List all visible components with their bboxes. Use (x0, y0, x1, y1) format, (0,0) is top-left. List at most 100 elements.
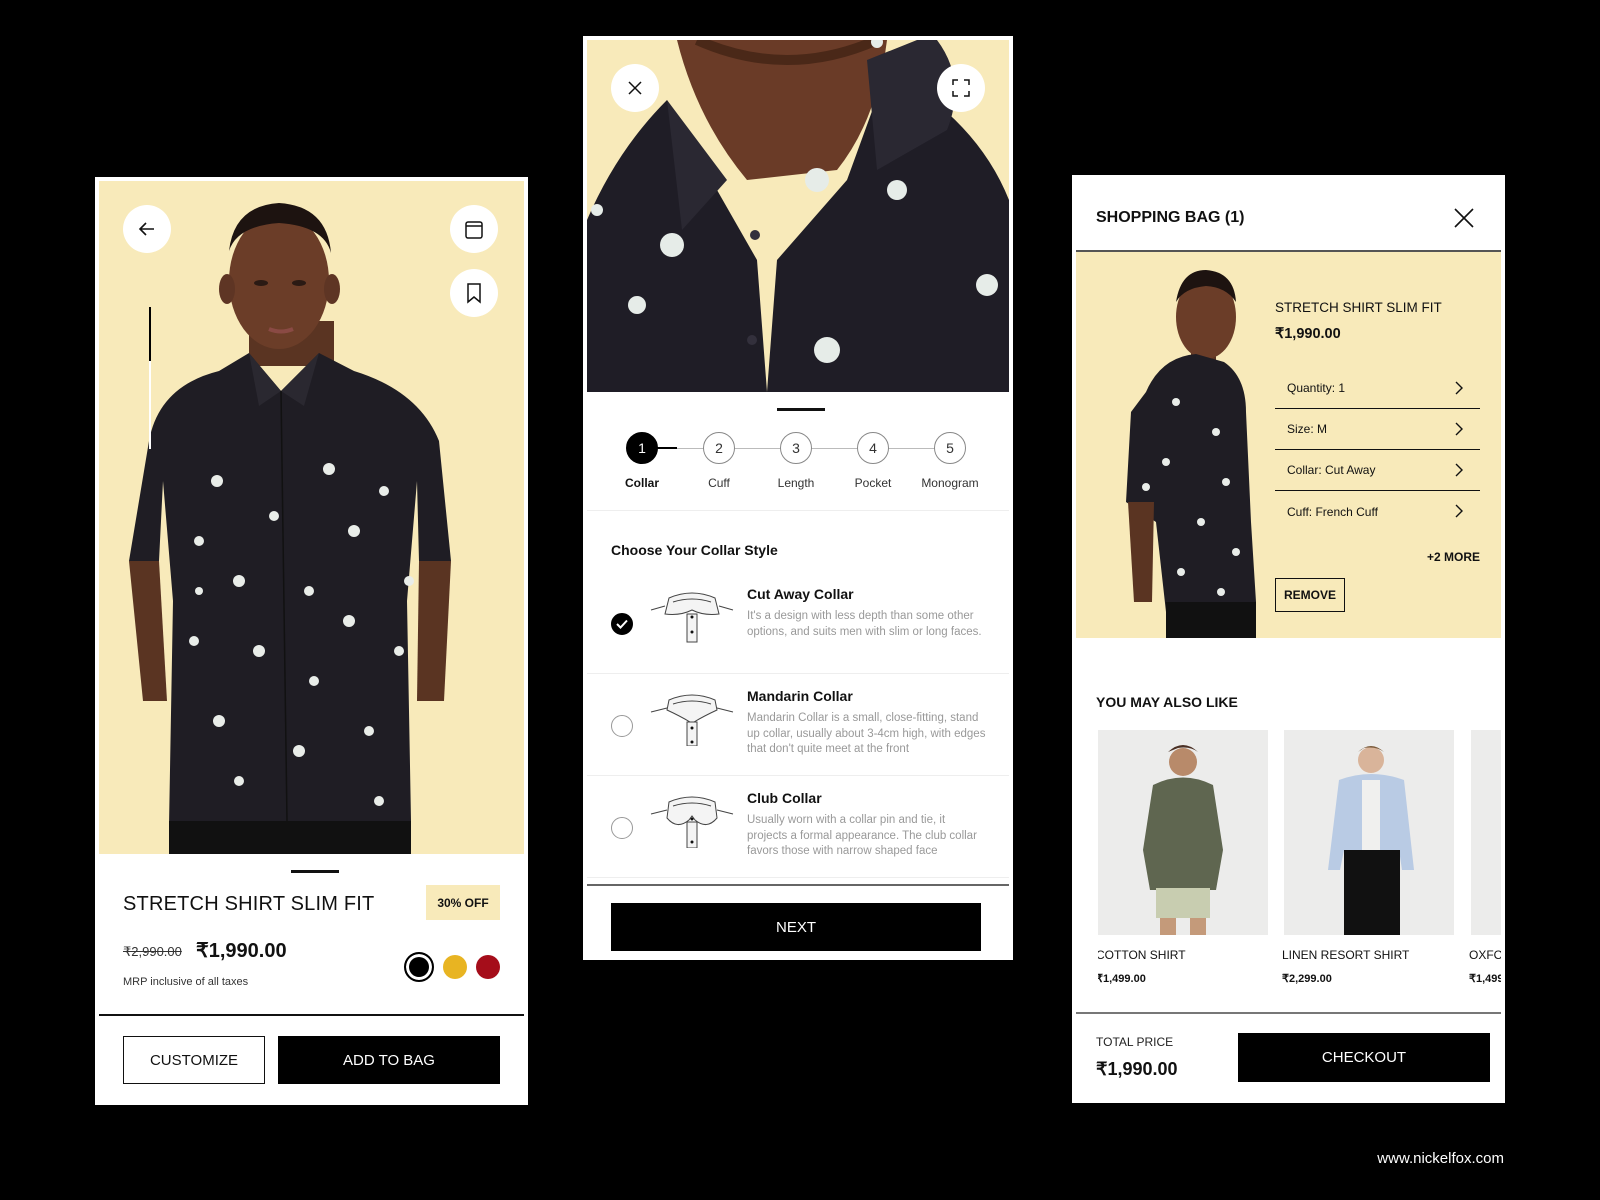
drag-handle[interactable] (777, 408, 825, 411)
step-label: Collar (624, 476, 659, 490)
back-button[interactable] (123, 205, 171, 253)
collar-options-list[interactable]: Cut Away Collar It's a design with less … (587, 572, 1009, 884)
recommendation-name: LINEN RESORT SHIRT (1282, 948, 1410, 962)
bag-item: STRETCH SHIRT SLIM FIT ₹1,990.00 Quantit… (1076, 252, 1501, 638)
color-swatch-black[interactable] (404, 952, 434, 982)
recommendation-image (1284, 730, 1454, 935)
sale-price: ₹1,990.00 (196, 940, 287, 962)
option-description: Mandarin Collar is a small, close-fittin… (747, 712, 986, 755)
shopping-bag-icon (465, 221, 483, 239)
mandarin-collar-illustration (650, 694, 734, 746)
customize-screen: 1 Collar 2 Cuff 3 Length 4 Pocket 5 Mono… (583, 36, 1013, 960)
collar-option-cut-away[interactable]: Cut Away Collar It's a design with less … (587, 572, 1009, 674)
recommendation-card[interactable]: COTTON SHIRT ₹1,499.00 (1098, 730, 1268, 985)
more-attributes-link[interactable]: +2 MORE (1427, 550, 1480, 564)
attribute-collar[interactable]: Collar: Cut Away (1275, 450, 1480, 491)
collar-option-mandarin[interactable]: Mandarin Collar Mandarin Collar is a sma… (587, 674, 1009, 776)
color-swatches (404, 952, 500, 982)
drag-handle[interactable] (291, 870, 339, 873)
color-swatch-yellow[interactable] (443, 955, 467, 979)
attribute-quantity[interactable]: Quantity: 1 (1275, 368, 1480, 409)
radio-button[interactable] (611, 613, 633, 635)
divider (1076, 1012, 1501, 1014)
recommendation-card[interactable]: LINEN RESORT SHIRT ₹2,299.00 (1282, 730, 1454, 985)
step-monogram[interactable]: 5 Monogram (910, 432, 990, 490)
step-label: Cuff (708, 476, 730, 490)
bookmark-icon (467, 283, 481, 304)
attribute-cuff[interactable]: Cuff: French Cuff (1275, 491, 1480, 532)
step-number: 3 (780, 432, 812, 464)
customize-button[interactable]: CUSTOMIZE (123, 1036, 265, 1084)
bag-title: SHOPPING BAG (1) (1096, 209, 1245, 226)
customization-stepper: 1 Collar 2 Cuff 3 Length 4 Pocket 5 Mono… (611, 432, 985, 502)
close-button[interactable] (611, 64, 659, 112)
bag-item-price: ₹1,990.00 (1275, 326, 1341, 342)
attribute-label: Collar: Cut Away (1287, 463, 1376, 477)
collar-closeup-image[interactable] (587, 40, 1009, 392)
chevron-right-icon (1455, 422, 1463, 436)
option-description: It's a design with less depth than some … (747, 610, 982, 638)
section-title: Choose Your Collar Style (611, 542, 778, 558)
shopping-bag-screen: SHOPPING BAG (1) STRETCH SHIRT SLIM FIT … (1072, 175, 1505, 1103)
radio-button[interactable] (611, 817, 633, 839)
image-scroll-indicator[interactable] (149, 307, 151, 449)
cut-away-collar-illustration (650, 592, 734, 643)
step-pocket[interactable]: 4 Pocket (833, 432, 913, 490)
remove-button[interactable]: REMOVE (1275, 578, 1345, 612)
recommendation-name: COTTON SHIRT (1098, 948, 1186, 962)
watermark-url[interactable]: www.nickelfox.com (1377, 1150, 1504, 1167)
total-price-value: ₹1,990.00 (1096, 1059, 1178, 1079)
step-cuff[interactable]: 2 Cuff (679, 432, 759, 490)
cotton-shirt-photo (1143, 745, 1223, 935)
linen-resort-shirt-photo (1328, 746, 1414, 935)
bag-item-attributes: Quantity: 1 Size: M Collar: Cut Away Cuf… (1275, 368, 1480, 532)
step-collar[interactable]: 1 Collar (602, 432, 682, 490)
total-price-label: TOTAL PRICE (1096, 1035, 1174, 1049)
option-name: Club Collar (747, 790, 822, 806)
product-image[interactable] (99, 181, 524, 854)
chevron-right-icon (1455, 504, 1463, 518)
attribute-size[interactable]: Size: M (1275, 409, 1480, 450)
color-swatch-red[interactable] (476, 955, 500, 979)
collar-option-club[interactable]: Club Collar Usually worn with a collar p… (587, 776, 1009, 878)
fullscreen-icon (952, 79, 970, 97)
option-name: Cut Away Collar (747, 586, 854, 602)
chevron-right-icon (1455, 463, 1463, 477)
recommendations-carousel[interactable]: COTTON SHIRT ₹1,499.00 LINEN RESORT SHIR… (1098, 730, 1501, 1000)
step-number: 5 (934, 432, 966, 464)
option-description: Usually worn with a collar pin and tie, … (747, 814, 977, 857)
step-number: 1 (626, 432, 658, 464)
close-icon (628, 81, 642, 95)
step-number: 2 (703, 432, 735, 464)
step-label: Pocket (854, 476, 892, 490)
radio-button[interactable] (611, 715, 633, 737)
product-detail-screen: STRETCH SHIRT SLIM FIT 30% OFF ₹2,990.00… (95, 177, 528, 1105)
recommendation-name: OXFORD SHIRT (1469, 948, 1501, 962)
next-button[interactable]: NEXT (611, 903, 981, 951)
recommendation-price: ₹1,499.00 (1098, 973, 1146, 985)
attribute-label: Cuff: French Cuff (1287, 504, 1378, 519)
product-title: STRETCH SHIRT SLIM FIT (123, 893, 375, 915)
attribute-label: Size: M (1287, 422, 1328, 436)
step-label: Length (777, 476, 815, 490)
bookmark-button[interactable] (450, 269, 498, 317)
close-icon[interactable] (1451, 205, 1477, 231)
discount-badge: 30% OFF (426, 885, 500, 920)
bag-item-name: STRETCH SHIRT SLIM FIT (1275, 300, 1442, 315)
shopping-bag-button[interactable] (450, 205, 498, 253)
checkout-button[interactable]: CHECKOUT (1238, 1033, 1490, 1082)
recommendations-title: YOU MAY ALSO LIKE (1096, 694, 1238, 710)
bag-item-photo[interactable] (1106, 262, 1276, 638)
step-length[interactable]: 3 Length (756, 432, 836, 490)
add-to-bag-button[interactable]: ADD TO BAG (278, 1036, 500, 1084)
original-price: ₹2,990.00 (123, 944, 182, 959)
arrow-left-icon (138, 222, 154, 236)
step-label: Monogram (921, 476, 979, 490)
image-scroll-thumb[interactable] (149, 307, 151, 361)
recommendation-card[interactable]: OXFORD SHIRT ₹1,499.00 (1469, 730, 1501, 985)
fullscreen-button[interactable] (937, 64, 985, 112)
recommendation-image (1471, 730, 1501, 935)
recommendation-image (1098, 730, 1268, 935)
option-name: Mandarin Collar (747, 688, 853, 704)
checkmark-icon (616, 619, 628, 629)
